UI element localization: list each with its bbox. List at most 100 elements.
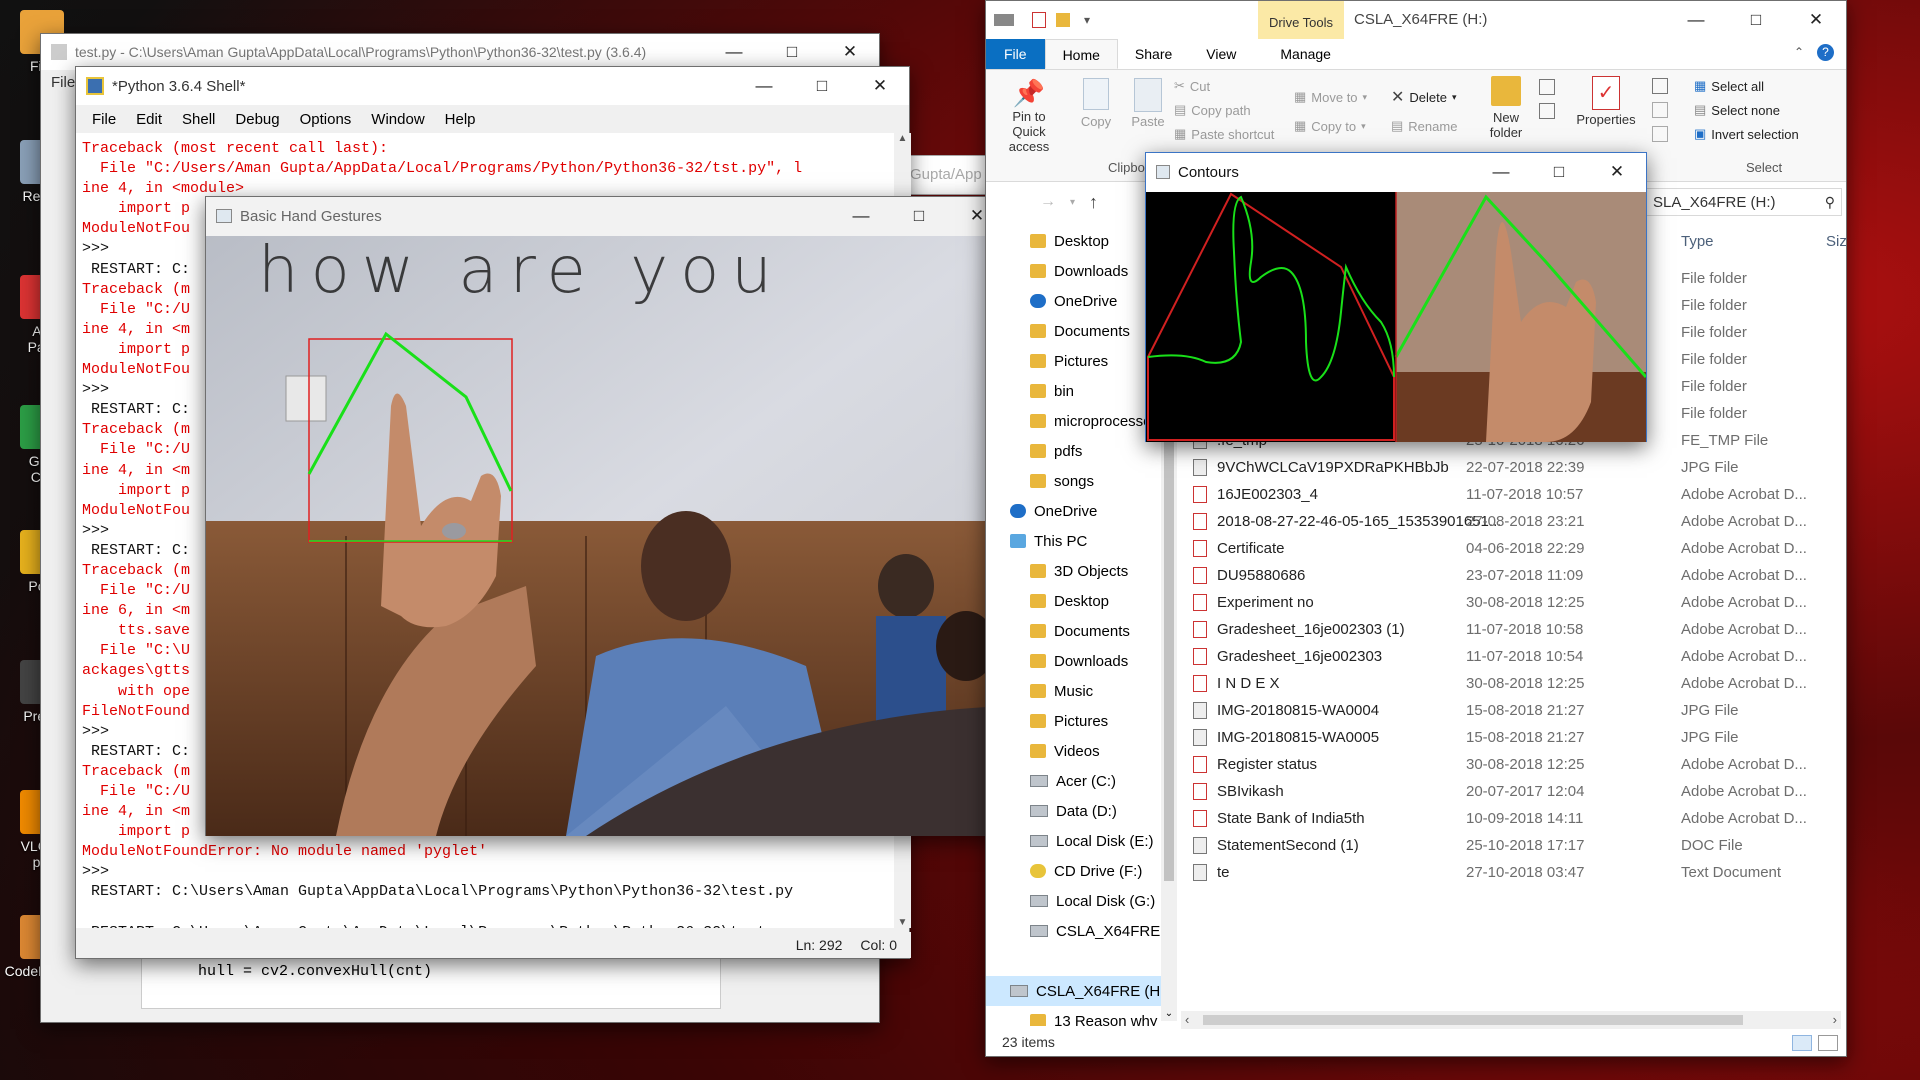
file-row[interactable]: Experiment no 30-08-2018 12:25 Adobe Acrob… (1181, 589, 1841, 616)
file-row[interactable]: StatementSecond (1) 25-10-2018 17:17 DOC F… (1181, 832, 1841, 859)
hscroll-thumb[interactable] (1203, 1015, 1743, 1025)
nav-item[interactable]: 3D Objects (986, 556, 1161, 586)
copy-button[interactable]: Copy (1074, 78, 1118, 129)
scroll-up-icon[interactable]: ▲ (894, 133, 911, 144)
folder-quick-icon[interactable] (1056, 13, 1070, 27)
copy-to-button[interactable]: ▦ Copy to ▾ (1294, 114, 1367, 138)
nav-item[interactable]: Videos (986, 736, 1161, 766)
nav-item[interactable]: CSLA_X64FRE (H:) (986, 976, 1161, 1006)
menu-edit[interactable]: Edit (126, 111, 172, 128)
up-arrow-icon[interactable]: ↑ (1089, 192, 1098, 213)
maximize-icon[interactable]: □ (1530, 154, 1588, 191)
menu-help[interactable]: Help (435, 111, 486, 128)
invert-selection-button[interactable]: ▣ Invert selection (1694, 122, 1799, 146)
scroll-right-icon[interactable]: › (1833, 1012, 1837, 1027)
nav-item[interactable]: microprocesso (986, 406, 1161, 436)
pin-quick-access-button[interactable]: 📌 Pin to Quick access (994, 78, 1064, 154)
minimize-icon[interactable]: — (705, 34, 763, 71)
column-size[interactable]: Siz (1826, 233, 1846, 250)
nav-item[interactable]: pdfs (986, 436, 1161, 466)
close-icon[interactable]: ✕ (1588, 154, 1646, 191)
context-tab-label[interactable]: Drive Tools (1258, 1, 1344, 39)
help-icon[interactable]: ? (1817, 44, 1834, 61)
ribbon-tab-home[interactable]: Home (1044, 39, 1118, 69)
file-row[interactable]: 16JE002303_4 11-07-2018 10:57 Adobe Acroba… (1181, 481, 1841, 508)
contours-window[interactable]: Contours — □ ✕ (1145, 152, 1647, 442)
maximize-icon[interactable]: □ (763, 34, 821, 71)
nav-item[interactable]: OneDrive (986, 496, 1161, 526)
nav-item[interactable]: OneDrive (986, 286, 1161, 316)
close-icon[interactable]: ✕ (1786, 1, 1846, 38)
nav-item[interactable]: Local Disk (G:) (986, 886, 1161, 916)
ribbon-tab-share[interactable]: Share (1118, 39, 1189, 69)
paste-button[interactable]: Paste (1126, 78, 1170, 129)
nav-item[interactable]: Data (D:) (986, 796, 1161, 826)
ribbon-tab-file[interactable]: File (986, 39, 1045, 69)
maximize-icon[interactable]: □ (1726, 1, 1786, 38)
file-hscrollbar[interactable]: ‹ › (1181, 1011, 1841, 1029)
search-icon[interactable]: ⚲ (1825, 194, 1835, 211)
navigation-pane[interactable]: Desktop Downloads OneDrive Documents Picture… (986, 226, 1161, 1026)
recent-dropdown-icon[interactable]: ▾ (1070, 197, 1075, 208)
qa-dropdown-icon[interactable]: ▾ (1084, 13, 1090, 27)
copy-path-button[interactable]: ▤ Copy path (1174, 98, 1274, 122)
menu-file[interactable]: File (82, 111, 126, 128)
menu-debug[interactable]: Debug (225, 111, 289, 128)
ribbon-collapse-icon[interactable]: ⌃ (1794, 45, 1804, 59)
scroll-down-icon[interactable]: ▼ (894, 917, 911, 928)
minimize-icon[interactable]: — (1472, 154, 1530, 191)
maximize-icon[interactable]: □ (890, 198, 948, 235)
rename-button[interactable]: ▤ Rename (1391, 114, 1457, 138)
nav-item[interactable]: 13 Reason why (986, 1006, 1161, 1026)
details-view-icon[interactable] (1792, 1035, 1812, 1051)
ribbon-tab-view[interactable]: View (1189, 39, 1253, 69)
file-row[interactable]: Gradesheet_16je002303 11-07-2018 10:54 Ado… (1181, 643, 1841, 670)
nav-item[interactable]: This PC (986, 526, 1161, 556)
properties-quick-icon[interactable] (1032, 12, 1046, 28)
properties-button[interactable]: ✓ Properties (1571, 76, 1641, 127)
select-all-button[interactable]: ▦ Select all (1694, 74, 1799, 98)
file-row[interactable]: I N D E X 30-08-2018 12:25 Adobe Acrobat D… (1181, 670, 1841, 697)
close-icon[interactable]: ✕ (821, 34, 879, 71)
nav-item[interactable]: CSLA_X64FRE (H (986, 916, 1161, 946)
minimize-icon[interactable]: — (1666, 1, 1726, 38)
maximize-icon[interactable]: □ (793, 68, 851, 105)
nav-item[interactable]: songs (986, 466, 1161, 496)
gesture-window[interactable]: Basic Hand Gestures — □ ✕ how are you (205, 196, 1007, 836)
file-row[interactable]: IMG-20180815-WA0004 15-08-2018 21:27 JPG F… (1181, 697, 1841, 724)
nav-item[interactable]: Desktop (986, 226, 1161, 256)
menu-options[interactable]: Options (290, 111, 362, 128)
file-row[interactable]: Certificate 04-06-2018 22:29 Adobe Acrobat… (1181, 535, 1841, 562)
nav-item[interactable]: Music (986, 676, 1161, 706)
cut-button[interactable]: ✂ Cut (1174, 74, 1274, 98)
nav-item[interactable]: Documents (986, 616, 1161, 646)
ribbon-tab-manage[interactable]: Manage (1263, 39, 1348, 69)
file-row[interactable]: SBIvikash 20-07-2017 12:04 Adobe Acrobat D… (1181, 778, 1841, 805)
nav-item[interactable]: Downloads (986, 646, 1161, 676)
nav-item[interactable]: Pictures (986, 706, 1161, 736)
nav-item[interactable]: Downloads (986, 256, 1161, 286)
menu-window[interactable]: Window (361, 111, 434, 128)
minimize-icon[interactable]: — (735, 68, 793, 105)
file-row[interactable]: 9VChWCLCaV19PXDRaPKHBbJb 22-07-2018 22:39… (1181, 454, 1841, 481)
nav-scroll-down-icon[interactable]: ⌄ (1161, 1008, 1177, 1019)
file-row[interactable]: 2018-08-27-22-46-05-165_15353901651... 27… (1181, 508, 1841, 535)
nav-item[interactable]: Documents (986, 316, 1161, 346)
nav-item[interactable] (986, 946, 1161, 976)
nav-item[interactable]: Desktop (986, 586, 1161, 616)
nav-item[interactable]: bin (986, 376, 1161, 406)
nav-item[interactable]: Local Disk (E:) (986, 826, 1161, 856)
address-bar[interactable]: SLA_X64FRE (H:) ⚲ (1646, 188, 1842, 216)
open-icons[interactable] (1648, 78, 1678, 142)
select-none-button[interactable]: ▤ Select none (1694, 98, 1799, 122)
column-type[interactable]: Type (1681, 233, 1714, 250)
paste-shortcut-button[interactable]: ▦ Paste shortcut (1174, 122, 1274, 146)
large-icons-view-icon[interactable] (1818, 1035, 1838, 1051)
delete-button[interactable]: ✕ Delete ▾ (1391, 80, 1457, 114)
file-row[interactable]: Gradesheet_16je002303 (1) 11-07-2018 10:5… (1181, 616, 1841, 643)
new-folder-button[interactable]: New folder (1481, 76, 1531, 140)
nav-item[interactable]: Pictures (986, 346, 1161, 376)
file-row[interactable]: State Bank of India5th 10-09-2018 14:11 Ad… (1181, 805, 1841, 832)
file-row[interactable]: IMG-20180815-WA0005 15-08-2018 21:27 JPG F… (1181, 724, 1841, 751)
forward-arrow-icon[interactable]: → (1040, 193, 1056, 211)
